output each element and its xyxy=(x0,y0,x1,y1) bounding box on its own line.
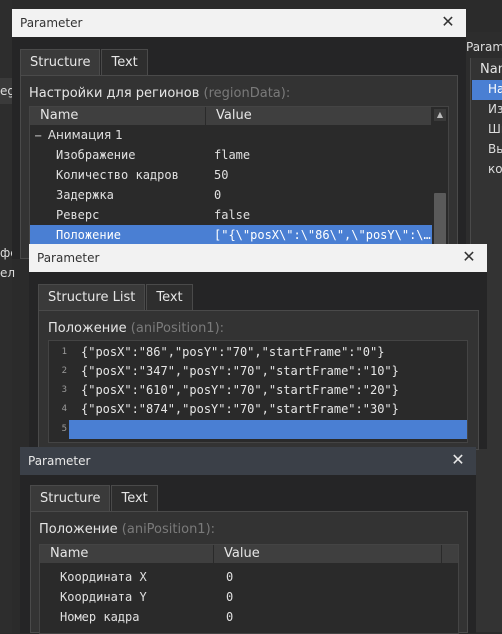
parameter-window-1: Parameter ✕ Structure Text Настройки для… xyxy=(12,9,466,260)
list-item[interactable]: 4 {"posX":"874","posY":"70","startFrame"… xyxy=(49,400,467,419)
background-window-title: Param xyxy=(466,40,502,54)
table-row[interactable]: Задержка 0 xyxy=(30,185,432,205)
column-header-name[interactable]: Name xyxy=(40,545,214,563)
table-row[interactable]: Количество кадров 50 xyxy=(30,165,432,185)
row-name: Количество кадров xyxy=(56,168,179,182)
line-number: 4 xyxy=(61,404,67,414)
parameter-window-2: Parameter ✕ Structure List Text Положени… xyxy=(29,244,487,450)
line-number: 1 xyxy=(61,347,67,357)
list-item[interactable]: 1 {"posX":"86","posY":"70","startFrame":… xyxy=(49,343,467,362)
column-header-name[interactable]: Name xyxy=(30,107,206,125)
table-row-selected[interactable]: Положение ["{\"posX\":\"86\",\"posY\":\… xyxy=(30,225,432,245)
row-name: Задержка xyxy=(56,188,114,202)
table-row[interactable]: Координата Y 0 xyxy=(40,587,442,607)
background-item[interactable]: Из xyxy=(488,102,502,116)
parameter-window-3: Parameter ✕ Structure Text Положение (an… xyxy=(20,447,476,634)
line-number: 5 xyxy=(61,424,67,434)
window-title: Parameter xyxy=(37,251,100,265)
line-text: {"posX":"86","posY":"70","startFrame":"0… xyxy=(81,345,385,359)
row-name: Координата Y xyxy=(60,590,147,604)
close-icon[interactable]: ✕ xyxy=(440,14,456,30)
tab-text[interactable]: Text xyxy=(146,284,193,310)
column-header-value[interactable]: Value xyxy=(214,545,442,563)
row-value: 50 xyxy=(214,168,229,182)
row-value: ["{\"posX\":\"86\",\"posY\":\… xyxy=(214,228,431,242)
section-hint: (aniPosition1): xyxy=(130,321,225,336)
section-label: Настройки для регионов (regionData): xyxy=(29,86,290,101)
section-label-text: Положение xyxy=(39,522,118,537)
scroll-up-icon[interactable]: ▲ xyxy=(434,109,446,121)
table-row[interactable]: Изображение flame xyxy=(30,145,432,165)
window-title: Parameter xyxy=(20,16,83,30)
window-titlebar[interactable]: Parameter ✕ xyxy=(20,447,476,475)
table-row[interactable]: Координата X 0 xyxy=(40,567,442,587)
table-header: Name Value xyxy=(40,545,458,563)
row-name: Реверс xyxy=(56,208,100,222)
tab-structure[interactable]: Structure xyxy=(30,485,111,511)
tab-text[interactable]: Text xyxy=(101,49,148,75)
section-label-text: Положение xyxy=(48,321,127,336)
background-left-text: ел xyxy=(0,266,16,280)
line-number: 2 xyxy=(61,366,67,376)
group-row[interactable]: − Анимация 1 xyxy=(30,125,432,145)
section-hint: (aniPosition1): xyxy=(121,522,216,537)
background-item[interactable]: На xyxy=(488,82,502,96)
row-value: 0 xyxy=(226,590,234,604)
row-name: Координата X xyxy=(60,570,147,584)
line-text: {"posX":"874","posY":"70","startFrame":"… xyxy=(81,402,399,416)
background-header: Nam xyxy=(480,62,502,77)
group-name: Анимация 1 xyxy=(47,128,123,142)
section-label-text: Настройки для регионов xyxy=(29,86,200,101)
table-row[interactable]: Реверс false xyxy=(30,205,432,225)
table-header: Name Value xyxy=(30,107,448,125)
line-text: {"posX":"347","posY":"70","startFrame":"… xyxy=(81,364,399,378)
column-header-value[interactable]: Value xyxy=(206,107,432,125)
parameter-table: Name Value Координата X 0 Координата Y 0… xyxy=(39,544,459,634)
background-item[interactable]: Вы xyxy=(488,142,502,156)
vertical-scrollbar[interactable]: ▲ xyxy=(432,107,448,259)
list-item[interactable]: 3 {"posX":"610","posY":"70","startFrame"… xyxy=(49,381,467,400)
tab-structure-list[interactable]: Structure List xyxy=(38,284,146,310)
tab-text[interactable]: Text xyxy=(111,485,158,511)
line-number: 3 xyxy=(61,385,67,395)
table-row[interactable]: Номер кадра 0 xyxy=(40,607,442,627)
row-value: 0 xyxy=(226,570,234,584)
close-icon[interactable]: ✕ xyxy=(450,452,466,468)
row-value: flame xyxy=(214,148,251,162)
list-item-selected[interactable]: 5 xyxy=(62,420,467,439)
row-name: Изображение xyxy=(56,148,136,162)
section-label: Положение (aniPosition1): xyxy=(48,321,224,336)
row-name: Положение xyxy=(56,228,122,242)
background-left-panel: eg фе ел xyxy=(0,0,18,633)
collapse-icon[interactable]: − xyxy=(34,127,44,147)
row-value: false xyxy=(214,208,251,222)
window-title: Parameter xyxy=(28,454,91,468)
line-text: {"posX":"610","posY":"70","startFrame":"… xyxy=(81,383,399,397)
window-titlebar[interactable]: Parameter ✕ xyxy=(29,244,487,272)
row-value: 0 xyxy=(214,188,222,202)
window-titlebar[interactable]: Parameter ✕ xyxy=(12,9,466,37)
tab-structure[interactable]: Structure xyxy=(20,49,101,75)
list-item[interactable]: 2 {"posX":"347","posY":"70","startFrame"… xyxy=(49,362,467,381)
row-value: 0 xyxy=(226,610,234,624)
section-label: Положение (aniPosition1): xyxy=(39,522,215,537)
close-icon[interactable]: ✕ xyxy=(461,249,477,265)
background-item[interactable]: Ши xyxy=(488,122,502,136)
row-name: Номер кадра xyxy=(60,610,140,624)
background-item[interactable]: ко xyxy=(488,162,502,176)
parameter-table: Name Value − Анимация 1 Изображение flam… xyxy=(29,106,449,260)
structure-list: 1 {"posX":"86","posY":"70","startFrame":… xyxy=(48,340,468,443)
section-hint: (regionData): xyxy=(203,86,291,101)
